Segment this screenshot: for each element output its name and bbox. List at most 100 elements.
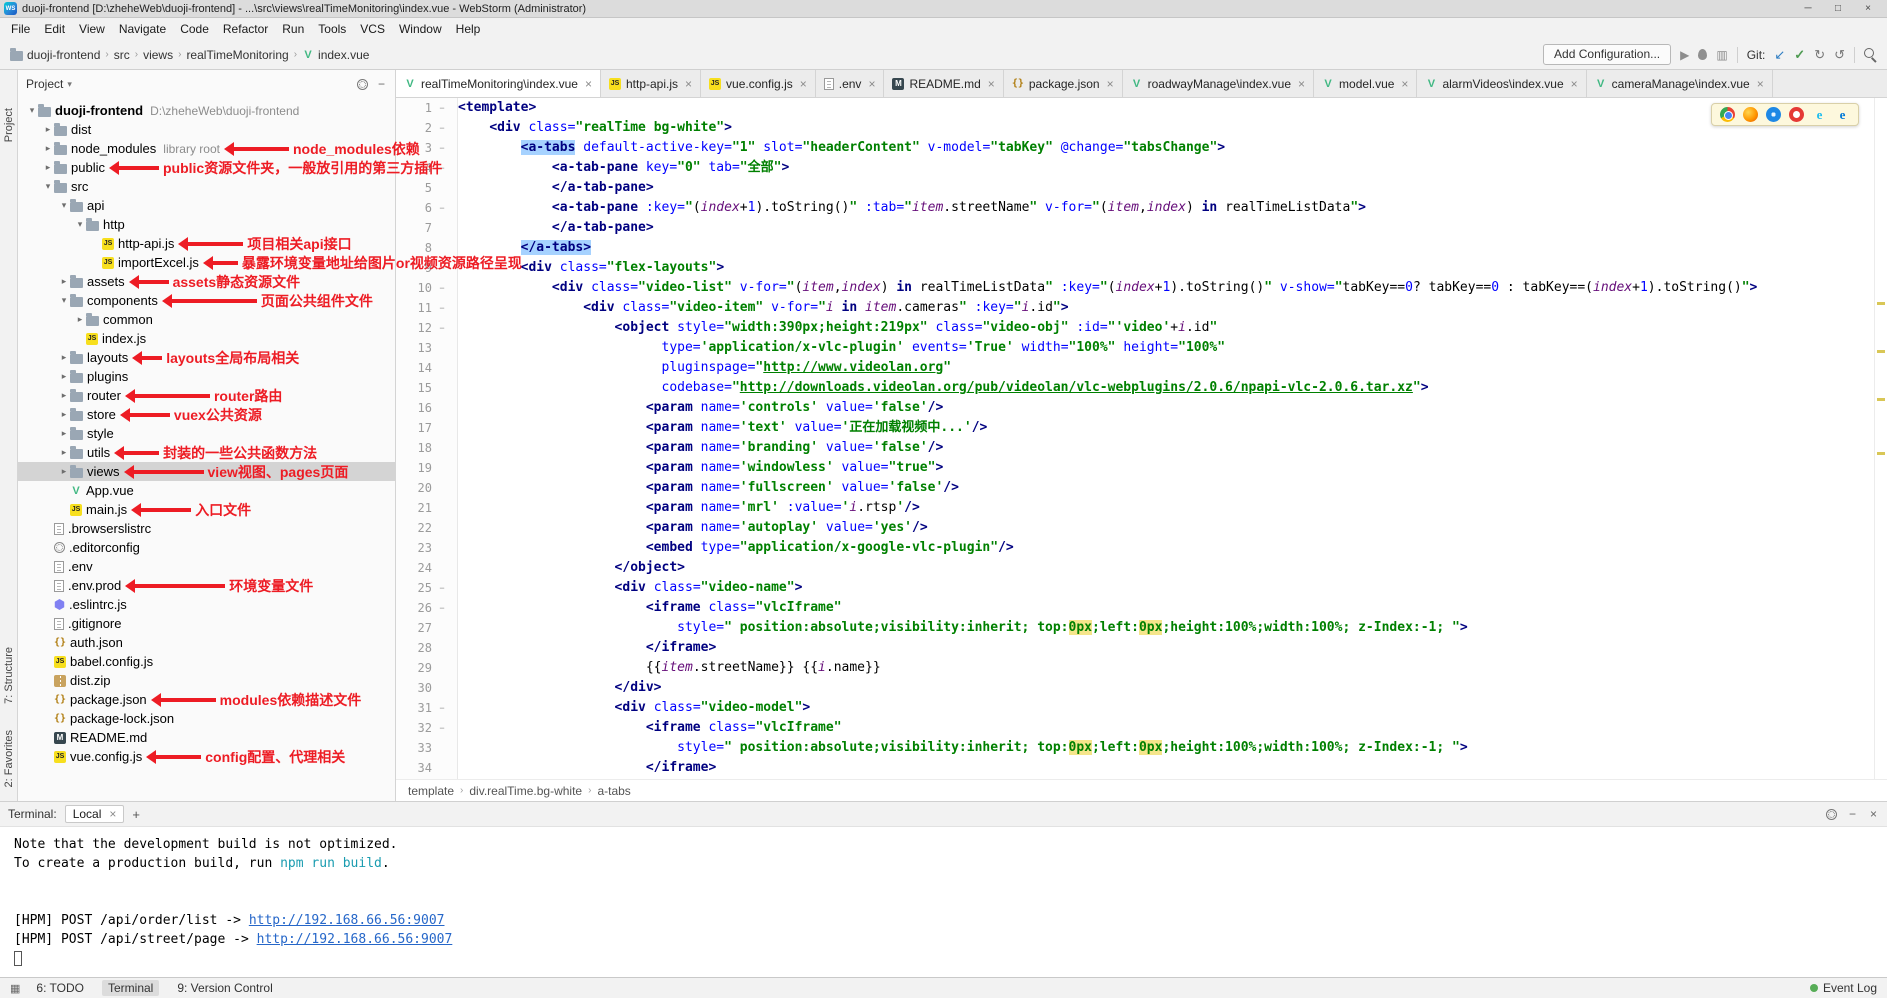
close-tab-icon[interactable]: ×	[1757, 77, 1764, 91]
project-tool-button[interactable]: Project	[3, 108, 15, 142]
chevron-closed-icon[interactable]: ▸	[42, 143, 54, 154]
code-line[interactable]: <param name='mrl' :value='i.rtsp'/>	[458, 498, 1887, 518]
code-line[interactable]: <div class="video-list" v-for="(item,ind…	[458, 278, 1887, 298]
chevron-open-icon[interactable]: ▾	[26, 105, 38, 116]
code-line[interactable]: <param name='text' value='正在加载视频中...'/>	[458, 418, 1887, 438]
terminal-link[interactable]: http://192.168.66.56:9007	[249, 913, 445, 928]
run-icon[interactable]: ▶	[1680, 48, 1689, 62]
safari-browser-icon[interactable]	[1766, 107, 1781, 122]
tree-item-.env.prod[interactable]: .env.prod环境变量文件	[18, 576, 395, 595]
tree-item-store[interactable]: ▸storevuex公共资源	[18, 405, 395, 424]
tree-item-main.js[interactable]: JSmain.js入口文件	[18, 500, 395, 519]
code-line[interactable]: pluginspage="http://www.videolan.org"	[458, 358, 1887, 378]
close-button[interactable]: ×	[1853, 0, 1883, 17]
git-commit-icon[interactable]: ✓	[1794, 47, 1805, 63]
code-line[interactable]: <param name='windowless' value="true">	[458, 458, 1887, 478]
code-line[interactable]: <div class="realTime bg-white">	[458, 118, 1887, 138]
chevron-open-icon[interactable]: ▾	[58, 200, 70, 211]
tool-button-2-favorites[interactable]: 2: Favorites	[3, 730, 15, 787]
code-line[interactable]: <div class="video-name">	[458, 578, 1887, 598]
breadcrumb-item-realtimemonitoring[interactable]: realTimeMonitoring	[186, 48, 288, 62]
tree-item-public[interactable]: ▸publicpublic资源文件夹，一般放引用的第三方插件	[18, 158, 395, 177]
tool-window-switcher-icon[interactable]: ▦	[10, 982, 20, 995]
terminal-link[interactable]: http://192.168.66.56:9007	[257, 932, 453, 947]
editor-tab-model.vue[interactable]: Vmodel.vue×	[1314, 70, 1417, 97]
history-icon[interactable]: ↻	[1814, 47, 1825, 63]
tree-item-style[interactable]: ▸style	[18, 424, 395, 443]
git-update-icon[interactable]: ↙	[1774, 47, 1785, 63]
add-configuration-button[interactable]: Add Configuration...	[1543, 44, 1671, 65]
code-line[interactable]: </a-tab-pane>	[458, 178, 1887, 198]
code-line[interactable]: <iframe class="vlcIframe"	[458, 598, 1887, 618]
menu-code[interactable]: Code	[173, 19, 216, 39]
status-terminal[interactable]: Terminal	[102, 980, 159, 996]
terminal-output[interactable]: Note that the development build is not o…	[0, 827, 1887, 977]
tree-item-router[interactable]: ▸routerrouter路由	[18, 386, 395, 405]
search-icon[interactable]	[1864, 48, 1877, 61]
close-tab-icon[interactable]: ×	[868, 77, 875, 91]
menu-edit[interactable]: Edit	[37, 19, 72, 39]
tree-item-importexcel.js[interactable]: JSimportExcel.js暴露环境变量地址给图片or视频资源路径呈现	[18, 253, 395, 272]
code-line[interactable]: <param name='autoplay' value='yes'/>	[458, 518, 1887, 538]
tree-item-src[interactable]: ▾src	[18, 177, 395, 196]
tree-item-.env[interactable]: .env	[18, 557, 395, 576]
coverage-icon[interactable]: ▥	[1716, 48, 1727, 62]
code-line[interactable]: </a-tab-pane>	[458, 218, 1887, 238]
tree-item-common[interactable]: ▸common	[18, 310, 395, 329]
code-line[interactable]: style=" position:absolute;visibility:inh…	[458, 618, 1887, 638]
close-tab-icon[interactable]: ×	[800, 77, 807, 91]
code-line[interactable]: </a-tabs>	[458, 238, 1887, 258]
chevron-closed-icon[interactable]: ▸	[42, 162, 54, 173]
editor-breadcrumb-a-tabs[interactable]: a-tabs	[597, 784, 630, 798]
close-panel-icon[interactable]: ×	[1868, 807, 1879, 821]
terminal-settings-icon[interactable]	[1826, 809, 1837, 820]
tree-item-dist[interactable]: ▸dist	[18, 120, 395, 139]
status-9-version-control[interactable]: 9: Version Control	[177, 980, 272, 996]
code-line[interactable]: <embed type="application/x-google-vlc-pl…	[458, 538, 1887, 558]
chevron-down-icon[interactable]: ▾	[67, 79, 72, 90]
code-line[interactable]: </object>	[458, 558, 1887, 578]
tree-item-node-modules[interactable]: ▸node_moduleslibrary rootnode_modules依赖	[18, 139, 395, 158]
breadcrumb-item-src[interactable]: src	[114, 48, 130, 62]
status-6-todo[interactable]: 6: TODO	[36, 980, 84, 996]
tree-item-package-lock.json[interactable]: {}package-lock.json	[18, 709, 395, 728]
editor-tab-alarmvideos-index.vue[interactable]: ValarmVideos\index.vue×	[1417, 70, 1586, 97]
chevron-closed-icon[interactable]: ▸	[58, 466, 70, 477]
debug-icon[interactable]	[1698, 49, 1707, 60]
edge-browser-icon[interactable]: e	[1835, 107, 1850, 122]
menu-file[interactable]: File	[4, 19, 37, 39]
code-line[interactable]: codebase="http://downloads.videolan.org/…	[458, 378, 1887, 398]
fold-marker-icon[interactable]: −	[432, 303, 452, 313]
editor-tab-cameramanage-index.vue[interactable]: VcameraManage\index.vue×	[1587, 70, 1773, 97]
menu-refactor[interactable]: Refactor	[216, 19, 275, 39]
editor-breadcrumb-div.realtime.bg-white[interactable]: div.realTime.bg-white	[469, 784, 582, 798]
chrome-browser-icon[interactable]	[1720, 107, 1735, 122]
editor-breadcrumb-template[interactable]: template	[408, 784, 454, 798]
code-line[interactable]: </iframe>	[458, 758, 1887, 778]
close-tab-icon[interactable]: ×	[988, 77, 995, 91]
code-line[interactable]: </div>	[458, 678, 1887, 698]
chevron-closed-icon[interactable]: ▸	[74, 314, 86, 325]
menu-navigate[interactable]: Navigate	[112, 19, 173, 39]
chevron-open-icon[interactable]: ▾	[74, 219, 86, 230]
breadcrumb-item-views[interactable]: views	[143, 48, 173, 62]
tree-item-utils[interactable]: ▸utils封装的一些公共函数方法	[18, 443, 395, 462]
fold-marker-icon[interactable]: −	[432, 723, 452, 733]
firefox-browser-icon[interactable]	[1743, 107, 1758, 122]
menu-view[interactable]: View	[72, 19, 112, 39]
chevron-closed-icon[interactable]: ▸	[58, 276, 70, 287]
tree-item-plugins[interactable]: ▸plugins	[18, 367, 395, 386]
tree-item-http-api.js[interactable]: JShttp-api.js项目相关api接口	[18, 234, 395, 253]
status-event-log[interactable]: Event Log	[1810, 981, 1877, 995]
collapse-all-icon[interactable]: −	[376, 77, 387, 91]
opera-browser-icon[interactable]	[1789, 107, 1804, 122]
minimize-panel-icon[interactable]: −	[1847, 807, 1858, 821]
chevron-closed-icon[interactable]: ▸	[58, 352, 70, 363]
fold-marker-icon[interactable]: −	[432, 203, 452, 213]
tree-item-components[interactable]: ▾components页面公共组件文件	[18, 291, 395, 310]
terminal-cursor[interactable]	[14, 951, 22, 966]
chevron-closed-icon[interactable]: ▸	[58, 371, 70, 382]
minimize-button[interactable]: ─	[1793, 0, 1823, 17]
menu-help[interactable]: Help	[449, 19, 488, 39]
fold-marker-icon[interactable]: −	[432, 323, 452, 333]
